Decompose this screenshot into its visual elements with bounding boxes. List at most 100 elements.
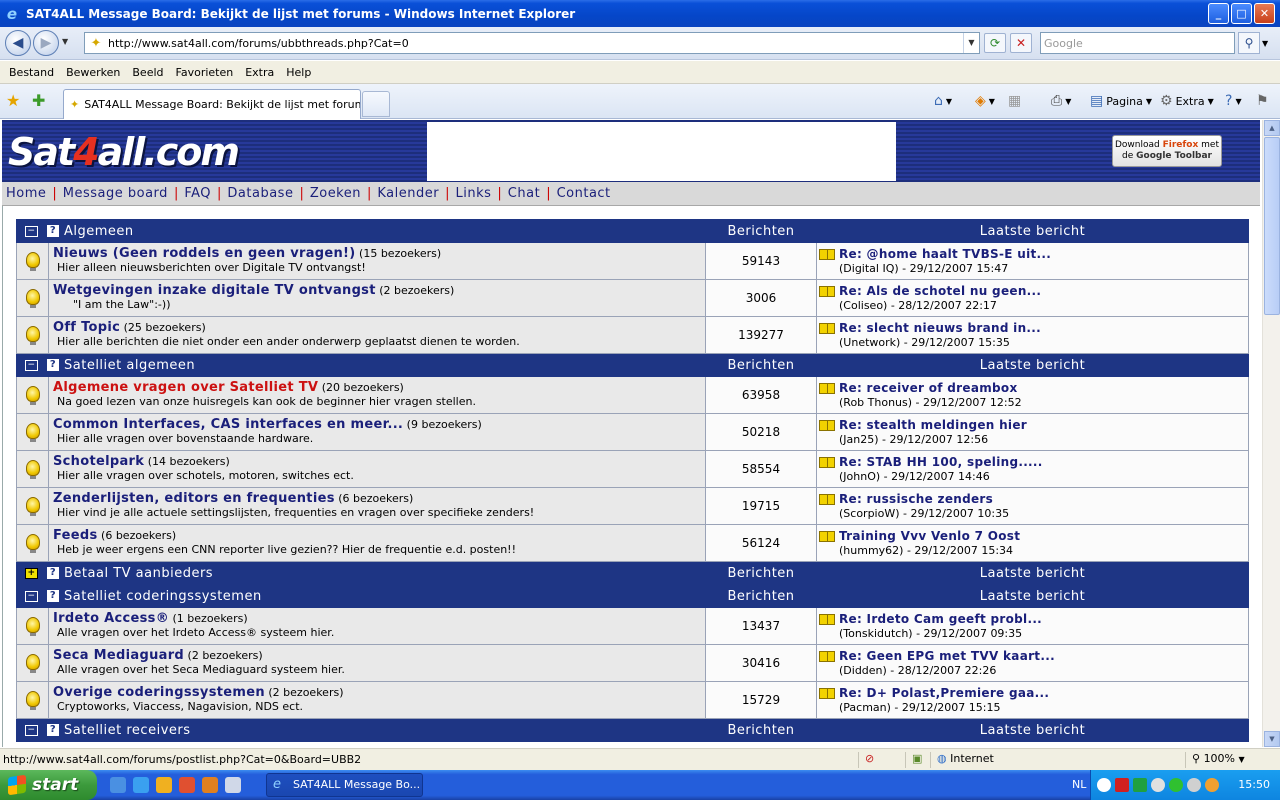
- tray-expand-icon[interactable]: [1097, 778, 1111, 792]
- menu-help[interactable]: Help: [280, 66, 317, 79]
- forward-button[interactable]: ▶: [33, 30, 59, 56]
- quicklaunch-media-icon[interactable]: [156, 777, 172, 793]
- category-name[interactable]: Algemeen: [64, 224, 134, 239]
- menu-bewerken[interactable]: Bewerken: [60, 66, 126, 79]
- maximize-button[interactable]: □: [1231, 3, 1252, 24]
- language-indicator[interactable]: NL: [1072, 778, 1086, 791]
- popup-blocker-icon[interactable]: ⊘: [858, 752, 874, 768]
- nav-zoeken-link[interactable]: Zoeken: [310, 186, 361, 201]
- search-button[interactable]: ⚲: [1238, 32, 1260, 54]
- ad-banner[interactable]: [427, 122, 896, 181]
- category-name[interactable]: Betaal TV aanbieders: [64, 566, 213, 581]
- quicklaunch-app-icon[interactable]: [202, 777, 218, 793]
- expand-icon[interactable]: +: [25, 567, 38, 579]
- back-button[interactable]: ◀: [5, 30, 31, 56]
- last-post-link[interactable]: Re: D+ Polast,Premiere gaa...: [839, 686, 1049, 700]
- last-post-link[interactable]: Re: stealth meldingen hier: [839, 418, 1027, 432]
- zoom-control[interactable]: ⚲ 100% ▼: [1185, 752, 1245, 768]
- collapse-icon[interactable]: −: [25, 359, 38, 371]
- taskbar-ie-window[interactable]: e SAT4ALL Message Bo...: [266, 773, 423, 797]
- nav-database-link[interactable]: Database: [227, 186, 293, 201]
- history-dropdown-icon[interactable]: ▼: [62, 37, 68, 46]
- last-post-link[interactable]: Training Vvv Venlo 7 Oost: [839, 529, 1020, 543]
- firefox-download-button[interactable]: Download Firefox met de Google Toolbar: [1112, 135, 1222, 167]
- collapse-icon[interactable]: −: [25, 724, 38, 736]
- tray-volume-icon[interactable]: [1187, 778, 1201, 792]
- add-favorite-icon[interactable]: ✚: [32, 91, 45, 110]
- menu-favorieten[interactable]: Favorieten: [170, 66, 240, 79]
- forum-link[interactable]: Irdeto Access®: [53, 611, 169, 626]
- nav-chat-link[interactable]: Chat: [508, 186, 540, 201]
- close-button[interactable]: ✕: [1254, 3, 1275, 24]
- page-menu-button[interactable]: ▤ Pagina ▼: [1090, 93, 1152, 109]
- nav-message-board-link[interactable]: Message board: [63, 186, 168, 201]
- forum-link[interactable]: Seca Mediaguard: [53, 648, 184, 663]
- scroll-thumb[interactable]: [1264, 137, 1280, 315]
- scroll-down-button[interactable]: ▼: [1264, 731, 1280, 747]
- help-button[interactable]: ? ▼: [1225, 93, 1242, 109]
- help-icon[interactable]: ?: [47, 359, 59, 371]
- menu-beeld[interactable]: Beeld: [126, 66, 169, 79]
- forum-link[interactable]: Off Topic: [53, 320, 120, 335]
- tray-update-icon[interactable]: [1205, 778, 1219, 792]
- url-input[interactable]: [108, 36, 963, 50]
- forum-link[interactable]: Algemene vragen over Satelliet TV: [53, 380, 318, 395]
- help-icon[interactable]: ?: [47, 724, 59, 736]
- tab-active[interactable]: ✦ SAT4ALL Message Board: Bekijkt de lijs…: [63, 89, 361, 119]
- minimize-button[interactable]: _: [1208, 3, 1229, 24]
- refresh-button[interactable]: ⟳: [984, 33, 1006, 53]
- last-post-link[interactable]: Re: receiver of dreambox: [839, 381, 1018, 395]
- last-post-link[interactable]: Re: russische zenders: [839, 492, 993, 506]
- collapse-icon[interactable]: −: [25, 225, 38, 237]
- rss-button[interactable]: ▦: [1008, 93, 1021, 109]
- tray-network-icon[interactable]: [1151, 778, 1165, 792]
- vertical-scrollbar[interactable]: ▲ ▼: [1262, 120, 1280, 747]
- last-post-link[interactable]: Re: Geen EPG met TVV kaart...: [839, 649, 1055, 663]
- forum-link[interactable]: Wetgevingen inzake digitale TV ontvangst: [53, 283, 376, 298]
- print-button[interactable]: ⎙ ▼: [1051, 93, 1071, 109]
- scroll-up-button[interactable]: ▲: [1264, 120, 1280, 136]
- forum-link[interactable]: Feeds: [53, 528, 98, 543]
- new-tab-button[interactable]: [362, 91, 390, 117]
- address-dropdown-icon[interactable]: ▼: [963, 33, 979, 53]
- home-button[interactable]: ⌂ ▼: [934, 93, 952, 109]
- quicklaunch-desktop-icon[interactable]: [110, 777, 126, 793]
- nav-links-link[interactable]: Links: [456, 186, 492, 201]
- favorites-star-icon[interactable]: ★: [6, 91, 20, 110]
- forum-link[interactable]: Overige coderingssystemen: [53, 685, 265, 700]
- help-icon[interactable]: ?: [47, 590, 59, 602]
- category-name[interactable]: Satelliet algemeen: [64, 358, 195, 373]
- search-input[interactable]: [1041, 33, 1234, 53]
- help-icon[interactable]: ?: [47, 567, 59, 579]
- tray-app-icon[interactable]: [1133, 778, 1147, 792]
- menu-bestand[interactable]: Bestand: [3, 66, 60, 79]
- nav-kalender-link[interactable]: Kalender: [377, 186, 439, 201]
- start-button[interactable]: start: [0, 770, 97, 800]
- last-post-link[interactable]: Re: slecht nieuws brand in...: [839, 321, 1041, 335]
- category-name[interactable]: Satelliet coderingssystemen: [64, 589, 262, 604]
- tray-ati-icon[interactable]: [1115, 778, 1129, 792]
- tray-security-icon[interactable]: [1169, 778, 1183, 792]
- last-post-link[interactable]: Re: Als de schotel nu geen...: [839, 284, 1041, 298]
- search-field[interactable]: [1040, 32, 1235, 54]
- stop-button[interactable]: ✕: [1010, 33, 1032, 53]
- address-field[interactable]: ✦ ▼: [84, 32, 980, 54]
- forum-link[interactable]: Zenderlijsten, editors en frequenties: [53, 491, 335, 506]
- forum-link[interactable]: Common Interfaces, CAS interfaces en mee…: [53, 417, 403, 432]
- site-logo[interactable]: Sat4all.com: [8, 130, 240, 174]
- last-post-link[interactable]: Re: STAB HH 100, speling.....: [839, 455, 1043, 469]
- help-icon[interactable]: ?: [47, 225, 59, 237]
- collapse-icon[interactable]: −: [25, 590, 38, 602]
- last-post-link[interactable]: Re: @home haalt TVBS-E uit...: [839, 247, 1051, 261]
- search-options-dropdown-icon[interactable]: ▼: [1262, 39, 1268, 48]
- nav-home-link[interactable]: Home: [6, 186, 46, 201]
- category-name[interactable]: Satelliet receivers: [64, 723, 191, 738]
- forum-link[interactable]: Nieuws (Geen roddels en geen vragen!): [53, 246, 356, 261]
- research-button[interactable]: ⚑: [1256, 93, 1269, 109]
- forum-link[interactable]: Schotelpark: [53, 454, 144, 469]
- nav-faq-link[interactable]: FAQ: [184, 186, 211, 201]
- tools-menu-button[interactable]: ⚙ Extra ▼: [1160, 93, 1214, 109]
- feeds-button[interactable]: ◈ ▼: [975, 93, 995, 109]
- nav-contact-link[interactable]: Contact: [557, 186, 611, 201]
- menu-extra[interactable]: Extra: [239, 66, 280, 79]
